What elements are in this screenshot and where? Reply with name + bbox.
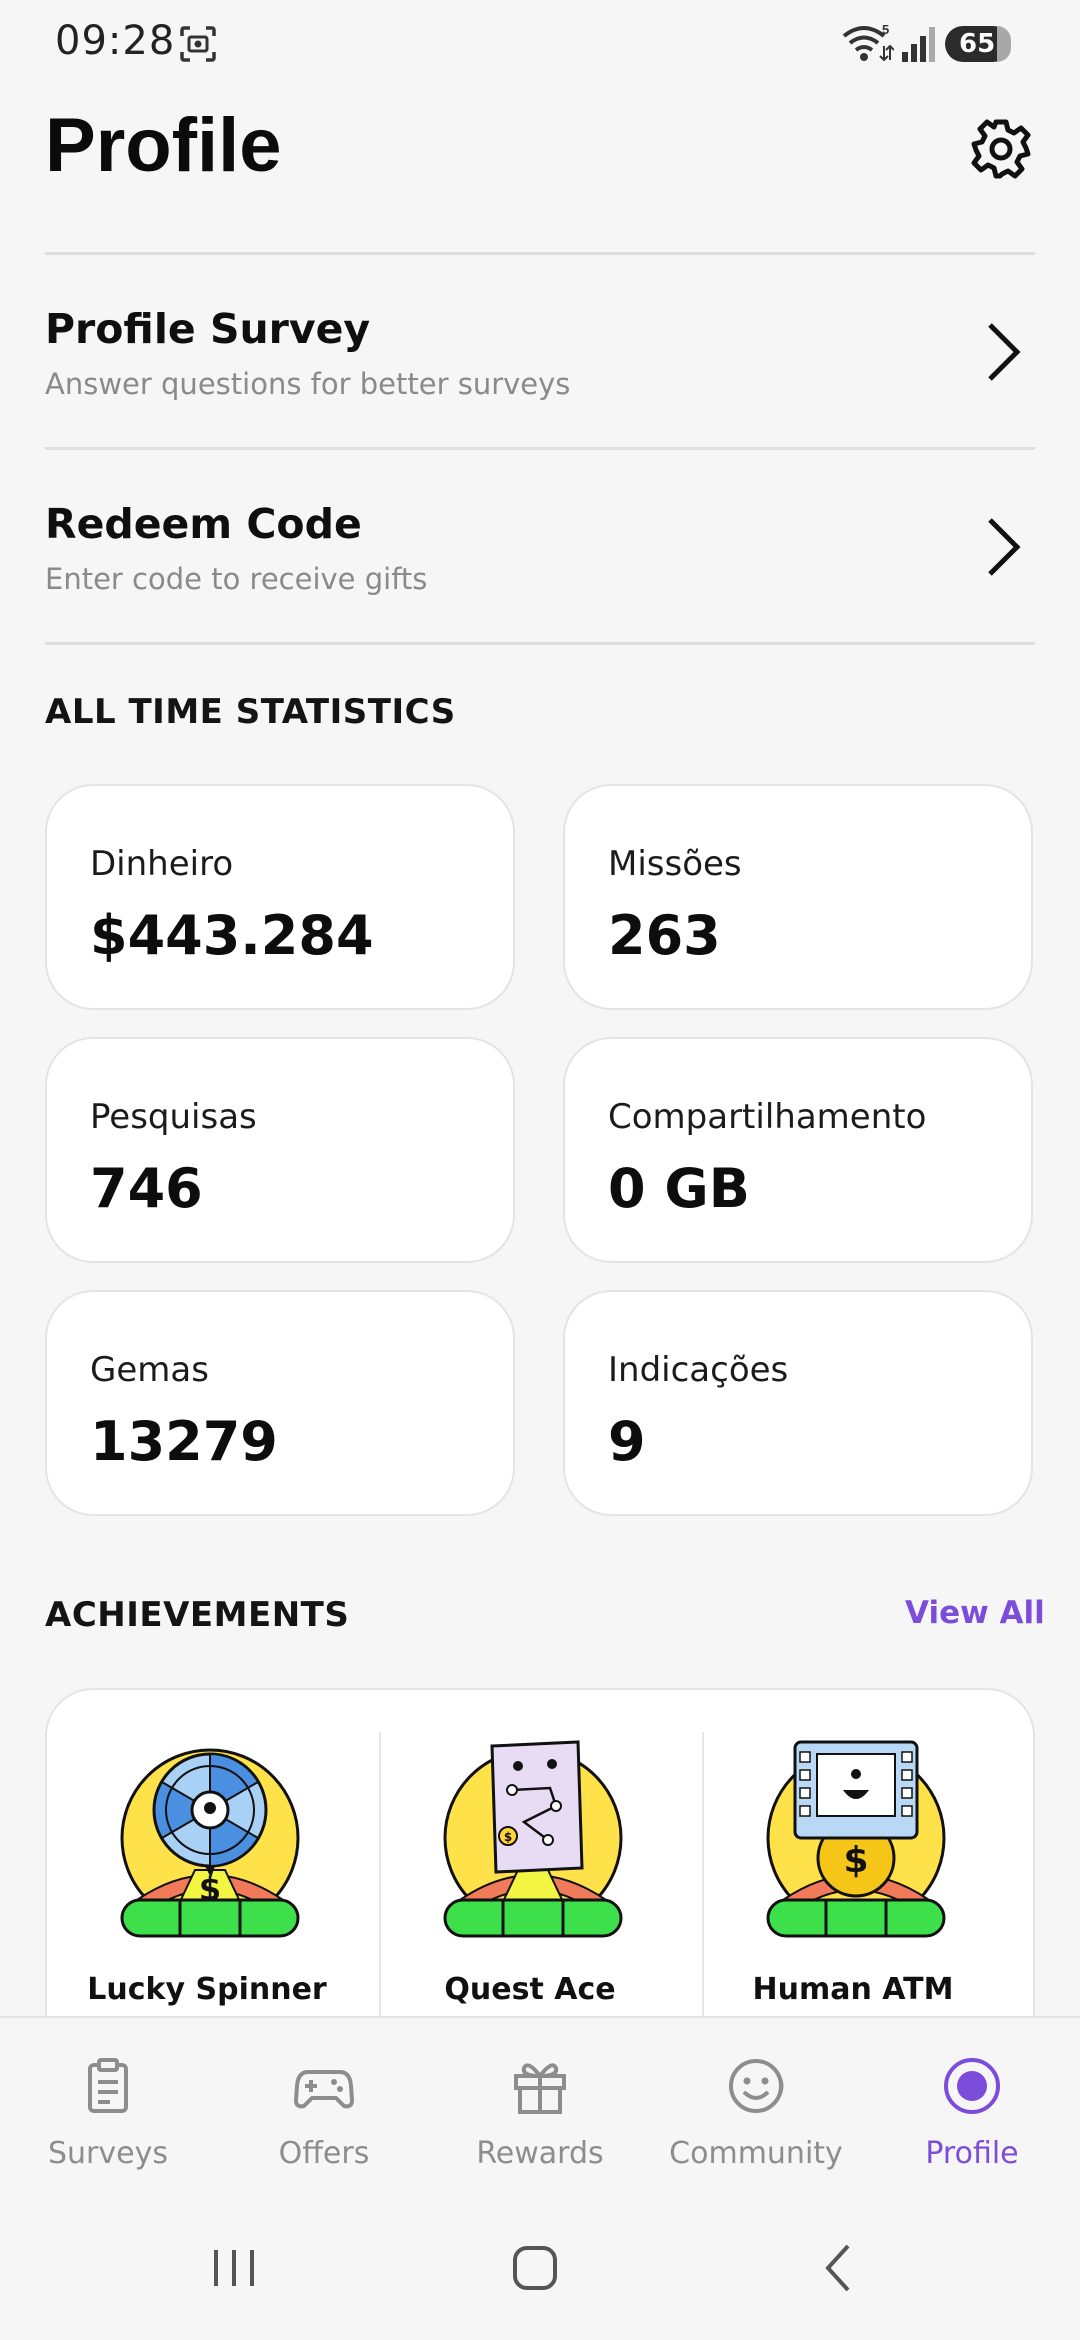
stat-value: 746 (90, 1157, 203, 1220)
divider (45, 642, 1035, 645)
stat-value: 0 GB (608, 1157, 750, 1220)
chevron-right-icon (988, 323, 1021, 381)
nav-surveys[interactable]: Surveys (0, 2018, 216, 2198)
nav-label: Offers (278, 2136, 370, 2171)
chevron-right-icon (988, 518, 1021, 576)
stat-card-dinheiro: Dinheiro $443.284 (45, 784, 515, 1010)
smiley-icon (729, 2059, 784, 2113)
stat-value: 263 (608, 904, 721, 967)
redeem-code-title: Redeem Code (45, 500, 362, 548)
wifi-badge: 5 (882, 22, 889, 37)
achievement-name: Lucky Spinner (87, 1972, 327, 2007)
nav-community[interactable]: Community (648, 2018, 864, 2198)
system-nav-bar (0, 2196, 1080, 2340)
svg-text:$: $ (504, 1830, 512, 1844)
stat-card-compartilhamento: Compartilhamento 0 GB (563, 1037, 1033, 1263)
clipboard-icon (88, 2058, 128, 2113)
svg-text:$: $ (843, 1840, 868, 1881)
nav-label: Rewards (476, 2136, 604, 2171)
achievements-heading: ACHIEVEMENTS (45, 1595, 350, 1635)
stat-card-gemas: Gemas 13279 (45, 1290, 515, 1516)
signal-icon (902, 27, 935, 62)
bottom-nav: Surveys Offers Rewards Community Profile (0, 2016, 1080, 2196)
achievement-name: Quest Ace (444, 1972, 616, 2007)
gift-icon (514, 2063, 566, 2114)
stat-value: 9 (608, 1410, 646, 1473)
gamepad-icon (294, 2070, 354, 2109)
stat-label: Gemas (90, 1350, 209, 1390)
recent-apps-icon[interactable] (204, 2238, 264, 2298)
profile-survey-row[interactable]: Profile Survey Answer questions for bett… (45, 255, 1035, 445)
nav-label: Community (669, 2136, 843, 2171)
stat-label: Missões (608, 844, 742, 884)
stat-card-indicacoes: Indicações 9 (563, 1290, 1033, 1516)
profile-survey-subtitle: Answer questions for better surveys (45, 367, 571, 401)
lucky-spinner-badge-icon: $ (120, 1748, 300, 1938)
stat-card-missoes: Missões 263 (563, 784, 1033, 1010)
human-atm-badge-icon: $ (766, 1740, 946, 1938)
stat-value: $443.284 (90, 904, 374, 967)
battery-level: 65 (959, 29, 996, 59)
stat-value: 13279 (90, 1410, 278, 1473)
achievement-name: Human ATM (752, 1972, 954, 2007)
nav-rewards[interactable]: Rewards (432, 2018, 648, 2198)
wifi-icon: 5 (842, 22, 894, 62)
stat-label: Compartilhamento (608, 1097, 927, 1137)
stat-label: Dinheiro (90, 844, 234, 884)
quest-ace-badge-icon: $ (443, 1740, 623, 1938)
stat-label: Indicações (608, 1350, 789, 1390)
battery-indicator: 65 (945, 26, 1011, 62)
redeem-code-subtitle: Enter code to receive gifts (45, 562, 428, 596)
page-title: Profile (45, 103, 282, 188)
nav-profile[interactable]: Profile (864, 2018, 1080, 2198)
stat-label: Pesquisas (90, 1097, 257, 1137)
settings-gear-icon[interactable] (968, 116, 1034, 182)
home-icon[interactable] (505, 2238, 565, 2298)
view-all-link[interactable]: View All (905, 1595, 1045, 1631)
statistics-heading: ALL TIME STATISTICS (45, 692, 456, 732)
back-icon[interactable] (808, 2238, 868, 2298)
profile-survey-title: Profile Survey (45, 305, 371, 353)
nav-offers[interactable]: Offers (216, 2018, 432, 2198)
profile-icon (944, 2058, 1000, 2114)
status-time: 09:28 (55, 18, 176, 64)
nav-label: Surveys (48, 2136, 168, 2171)
status-bar: 09:28 5 65 (0, 0, 1080, 88)
nav-label: Profile (925, 2136, 1019, 2171)
stat-card-pesquisas: Pesquisas 746 (45, 1037, 515, 1263)
screenshot-icon (180, 26, 216, 62)
redeem-code-row[interactable]: Redeem Code Enter code to receive gifts (45, 450, 1035, 640)
